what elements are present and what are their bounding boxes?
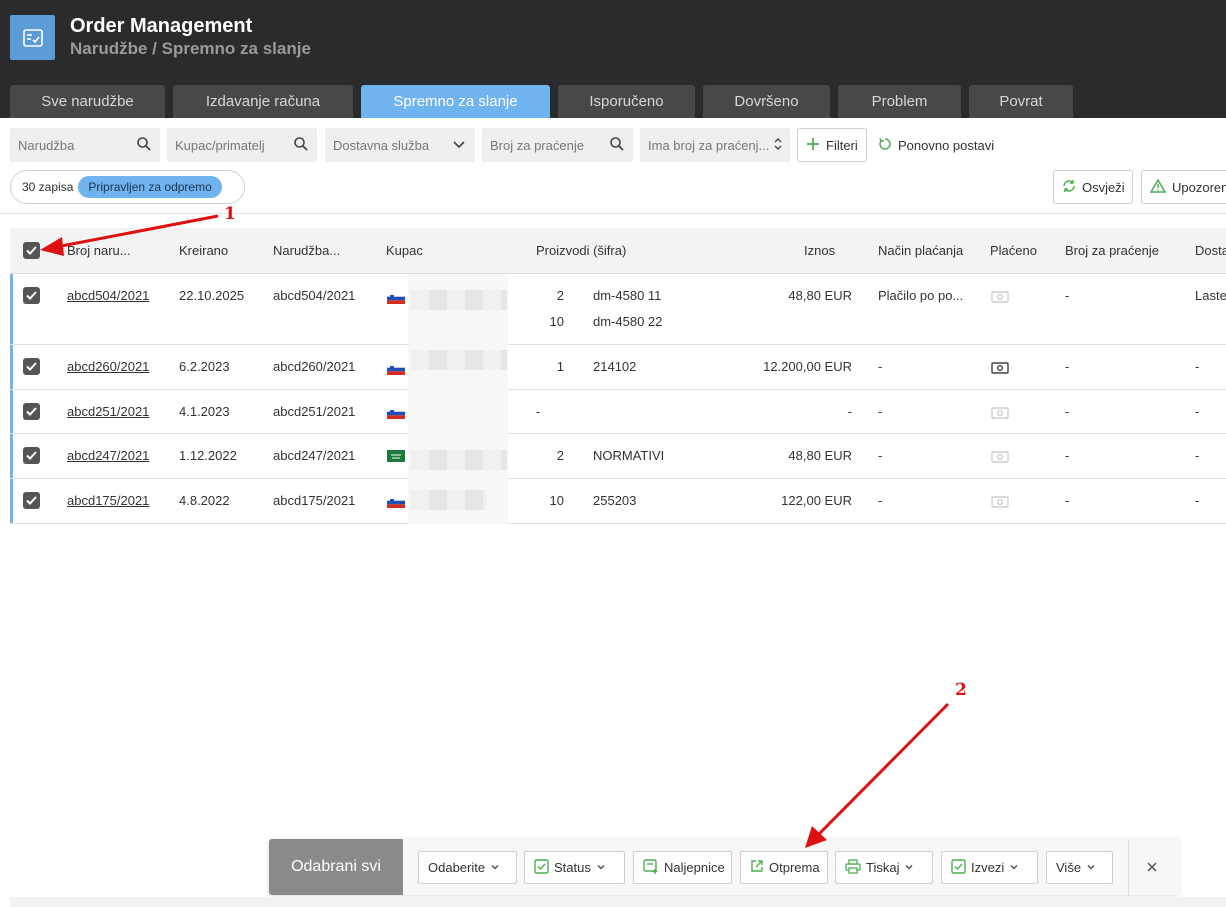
annotation-arrow-2 (816, 702, 950, 837)
annotation-arrow-1 (55, 214, 219, 249)
annotation-label-1: 1 (224, 204, 236, 224)
annotation-label-2: 2 (955, 680, 967, 700)
annotation-arrows (40, 214, 950, 848)
annotation-arrow-1-head (40, 237, 64, 256)
